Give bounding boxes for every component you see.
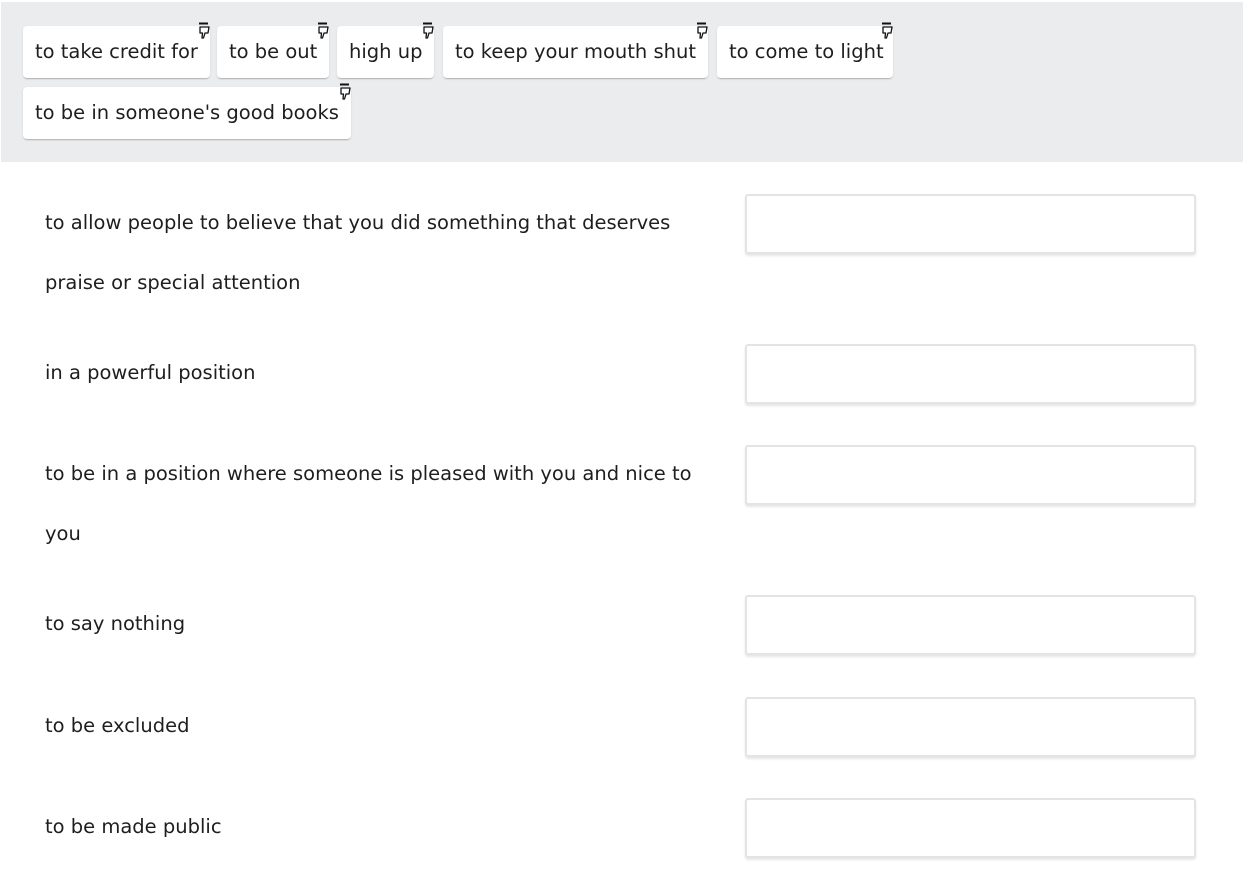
drag-hand-icon — [879, 22, 895, 42]
draggable-chip[interactable]: to keep your mouth shut — [443, 22, 708, 78]
draggable-chip[interactable]: to come to light — [717, 22, 893, 78]
word-bank: to take credit for to be out high up to … — [1, 2, 1243, 162]
draggable-chip[interactable]: to be out — [217, 22, 329, 78]
draggable-chip[interactable]: to take credit for — [23, 22, 210, 78]
chip-label: to come to light — [729, 40, 884, 63]
drag-hand-icon — [420, 22, 436, 42]
draggable-chip[interactable]: high up — [337, 22, 434, 78]
chip-label: high up — [349, 40, 423, 63]
answer-drop-zone[interactable] — [745, 344, 1196, 404]
chip-label: to be in someone's good books — [35, 101, 339, 124]
chip-label: to take credit for — [35, 40, 198, 63]
definition-text: to be excluded — [45, 714, 190, 737]
answer-drop-zone[interactable] — [745, 798, 1196, 858]
drag-hand-icon — [694, 22, 710, 42]
chip-label: to keep your mouth shut — [455, 40, 696, 63]
chip-label: to be out — [229, 40, 318, 63]
drag-hand-icon — [337, 83, 353, 103]
answer-drop-zone[interactable] — [745, 595, 1196, 655]
answer-drop-zone[interactable] — [745, 194, 1196, 254]
definition-text: to allow people to believe that you did … — [45, 211, 671, 294]
answer-drop-zone[interactable] — [745, 445, 1196, 505]
definition-text: to be in a position where someone is ple… — [45, 462, 692, 545]
definition-text: to say nothing — [45, 612, 186, 635]
definition-text: in a powerful position — [45, 361, 256, 384]
answer-drop-zone[interactable] — [745, 697, 1196, 757]
drag-hand-icon — [196, 22, 212, 42]
drag-hand-icon — [315, 22, 331, 42]
draggable-chip[interactable]: to be in someone's good books — [23, 83, 351, 139]
definition-text: to be made public — [45, 815, 222, 838]
